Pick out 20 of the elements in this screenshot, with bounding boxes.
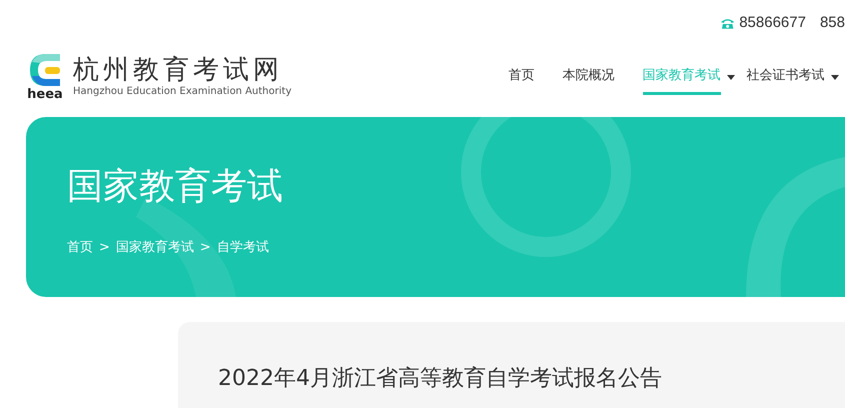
site-subtitle: Hangzhou Education Examination Authority — [73, 85, 292, 100]
breadcrumb-separator: > — [200, 239, 211, 258]
breadcrumb-link[interactable]: 首页 — [67, 238, 93, 258]
nav-link[interactable]: 国家教育考试 — [642, 60, 720, 95]
phone-number: 85866677 — [739, 12, 806, 33]
caret-icon[interactable] — [830, 75, 838, 80]
nav-link[interactable]: 社会证书考试 — [746, 60, 824, 95]
phone-number: 858 — [820, 12, 845, 33]
page-title: 国家教育考试 — [67, 165, 284, 208]
logo-mark: heea — [27, 88, 63, 103]
logo-icon — [28, 52, 62, 88]
breadcrumb-link[interactable]: 自学考试 — [216, 238, 269, 258]
site-title: 杭州教育考试网 — [73, 56, 284, 84]
phone-icon — [720, 16, 736, 30]
breadcrumb-separator: > — [99, 239, 110, 258]
nav-link[interactable]: 首页 — [508, 60, 534, 95]
nav-link[interactable]: 本院概况 — [562, 60, 614, 95]
breadcrumb-link[interactable]: 国家教育考试 — [116, 238, 194, 258]
article-title: 2022年4月浙江省高等教育自学考试报名公告 — [218, 365, 663, 393]
caret-icon[interactable] — [726, 75, 734, 80]
